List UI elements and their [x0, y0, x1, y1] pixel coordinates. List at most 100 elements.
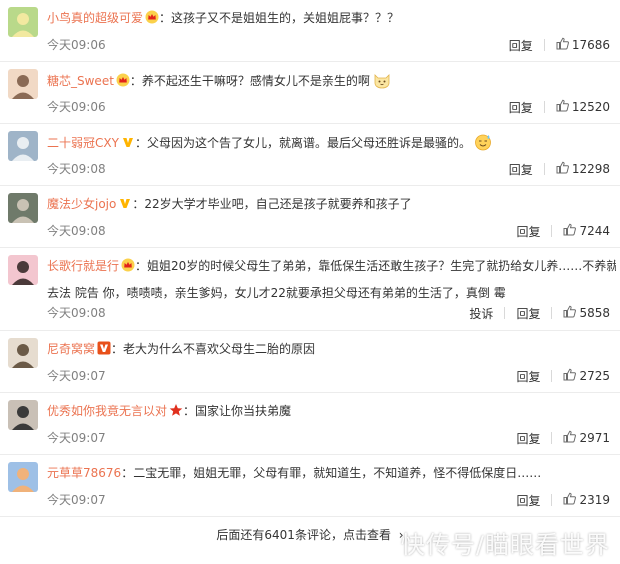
reply-button[interactable]: 回复 — [509, 37, 533, 54]
comment-actions: 回复 7244 — [516, 223, 610, 239]
comment-text: 国家让你当扶弟魔 — [195, 404, 292, 418]
username-link[interactable]: 糖芯_Sweet — [47, 74, 114, 88]
comment-item: 尼奇窝窝 ：老大为什么不喜欢父母生二胎的原因今天09:07 回复 2725 — [0, 331, 620, 393]
avatar[interactable] — [8, 7, 38, 37]
divider — [543, 163, 545, 175]
more-comments-link[interactable]: 后面还有6401条评论，点击查看 › — [216, 528, 403, 542]
comment-item: 元草草78676：二宝无罪，姐姐无罪，父母有罪，就知道生，不知道养，怪不得低保度… — [0, 455, 620, 517]
star-icon — [169, 403, 183, 417]
comment-time: 今天09:08 — [47, 162, 106, 176]
like-count: 12520 — [571, 100, 610, 114]
like-count: 17686 — [571, 38, 610, 52]
crown-icon — [116, 73, 130, 87]
comment-text: 姐姐20岁的时候父母生了弟弟，靠低保生活还敢生孩子？生完了就扔给女儿养……不养就 — [147, 259, 616, 273]
divider — [543, 39, 545, 51]
comment-time: 今天09:07 — [47, 493, 106, 507]
thumbs-up-icon — [563, 430, 579, 446]
username-link[interactable]: 小鸟真的超级可爱 — [47, 11, 143, 25]
comment-item: 魔法少女jojo ：22岁大学才毕业吧，自己还是孩子就要养和孩子了今天09:08 回… — [0, 186, 620, 248]
comment-line: 二十弱冠CXY ：父母因为这个告了女儿，就离谱。最后父母还胜诉是最骚的。 — [47, 133, 616, 152]
like-button[interactable]: 2725 — [563, 368, 610, 384]
username-link[interactable]: 尼奇窝窝 — [47, 342, 95, 356]
reply-button[interactable]: 回复 — [516, 492, 540, 509]
thumbs-up-icon — [556, 37, 572, 53]
comment-time: 今天09:08 — [47, 224, 106, 238]
thumbs-up-icon — [563, 492, 579, 508]
like-count: 2725 — [579, 369, 610, 383]
reply-button[interactable]: 回复 — [509, 161, 533, 178]
thumbs-up-icon — [556, 99, 572, 115]
comment-actions: 回复 12520 — [509, 99, 610, 115]
comment-time: 今天09:08 — [47, 306, 106, 320]
colon-separator: ： — [135, 259, 148, 273]
avatar[interactable] — [8, 400, 38, 430]
like-count: 2319 — [579, 493, 610, 507]
comment-text: 二宝无罪，姐姐无罪，父母有罪，就知道生，不知道养，怪不得低保度日…… — [133, 466, 542, 480]
comment-time: 今天09:07 — [47, 369, 106, 383]
comment-text: 老大为什么不喜欢父母生二胎的原因 — [123, 342, 316, 356]
crown-icon — [121, 258, 135, 272]
like-button[interactable]: 2319 — [563, 492, 610, 508]
colon-separator: ： — [111, 342, 124, 356]
comment-text: 父母因为这个告了女儿，就离谱。最后父母还胜诉是最骚的。 — [146, 136, 471, 150]
avatar[interactable] — [8, 338, 38, 368]
divider — [551, 432, 553, 444]
comment-item: 长歌行就是行 ：姐姐20岁的时候父母生了弟弟，靠低保生活还敢生孩子？生完了就扔给女… — [0, 248, 620, 331]
like-count: 12298 — [571, 162, 610, 176]
comment-item: 小鸟真的超级可爱 ：这孩子又不是姐姐生的，关姐姐屁事？？？ 今天09:06 回复 176… — [0, 0, 620, 62]
reply-button[interactable]: 回复 — [509, 99, 533, 116]
like-button[interactable]: 7244 — [563, 223, 610, 239]
comment-time: 今天09:06 — [47, 100, 106, 114]
reply-button[interactable]: 回复 — [516, 305, 540, 322]
comment-time: 今天09:06 — [47, 38, 106, 52]
more-comments-text: 后面还有6401条评论，点击查看 — [216, 528, 391, 542]
thumbs-up-icon — [563, 223, 579, 239]
avatar[interactable] — [8, 69, 38, 99]
comment-text-continued: 去法 院告 你，啧啧啧，亲生爹妈，女儿才22就要承担父母还有弟弟的生活了，真倒 … — [47, 286, 506, 300]
comment-time: 今天09:07 — [47, 431, 106, 445]
comment-line: 长歌行就是行 ：姐姐20岁的时候父母生了弟弟，靠低保生活还敢生孩子？生完了就扔给女… — [47, 257, 616, 275]
like-button[interactable]: 12298 — [556, 161, 610, 177]
like-count: 2971 — [579, 431, 610, 445]
avatar[interactable] — [8, 255, 38, 285]
username-link[interactable]: 二十弱冠CXY — [47, 136, 119, 150]
colon-separator: ： — [134, 136, 147, 150]
comment-text: 这孩子又不是姐姐生的，关姐姐屁事？？？ — [171, 11, 400, 25]
like-button[interactable]: 12520 — [556, 99, 610, 115]
username-link[interactable]: 长歌行就是行 — [47, 259, 119, 273]
comment-line: 元草草78676：二宝无罪，姐姐无罪，父母有罪，就知道生，不知道养，怪不得低保度… — [47, 464, 616, 482]
username-link[interactable]: 优秀如你我竟无言以对 — [47, 404, 167, 418]
sweat-smile-icon — [474, 133, 492, 151]
comment-text: 22岁大学才毕业吧，自己还是孩子就要养和孩子了 — [144, 197, 412, 211]
divider — [551, 494, 553, 506]
avatar[interactable] — [8, 193, 38, 223]
vip-v-icon — [121, 135, 135, 149]
avatar[interactable] — [8, 462, 38, 492]
comment-line: 魔法少女jojo ：22岁大学才毕业吧，自己还是孩子就要养和孩子了 — [47, 195, 616, 213]
comment-item: 二十弱冠CXY ：父母因为这个告了女儿，就离谱。最后父母还胜诉是最骚的。今天09:… — [0, 124, 620, 186]
divider — [551, 307, 553, 319]
divider — [504, 307, 506, 319]
colon-separator: ： — [129, 74, 142, 88]
report-button[interactable]: 投诉 — [469, 305, 493, 322]
divider — [543, 101, 545, 113]
like-count: 5858 — [579, 306, 610, 320]
thumbs-up-icon — [563, 368, 579, 384]
reply-button[interactable]: 回复 — [516, 430, 540, 447]
username-link[interactable]: 魔法少女jojo — [47, 197, 116, 211]
like-button[interactable]: 5858 — [563, 305, 610, 321]
comment-actions: 回复 2319 — [516, 492, 610, 508]
reply-button[interactable]: 回复 — [516, 368, 540, 385]
like-button[interactable]: 17686 — [556, 37, 610, 53]
divider — [551, 225, 553, 237]
thumbs-up-icon — [563, 305, 579, 321]
reply-button[interactable]: 回复 — [516, 223, 540, 240]
like-button[interactable]: 2971 — [563, 430, 610, 446]
avatar[interactable] — [8, 131, 38, 161]
vip-box-icon — [97, 341, 111, 355]
cat-face-icon — [373, 71, 391, 89]
username-link[interactable]: 元草草78676 — [47, 466, 121, 480]
like-count: 7244 — [579, 224, 610, 238]
comment-actions: 回复 12298 — [509, 161, 610, 177]
comment-line: 优秀如你我竟无言以对 ：国家让你当扶弟魔 — [47, 402, 616, 420]
